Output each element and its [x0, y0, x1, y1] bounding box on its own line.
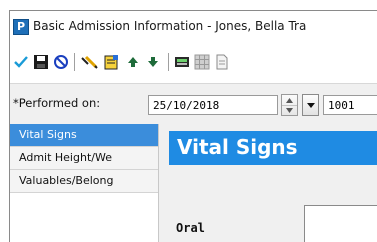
- performed-time-value: 1001: [328, 99, 355, 112]
- arrow-up-icon[interactable]: [122, 51, 144, 73]
- grid-icon[interactable]: [191, 51, 213, 73]
- cancel-icon[interactable]: [50, 51, 72, 73]
- performed-date-value: 25/10/2018: [153, 99, 220, 112]
- save-icon[interactable]: [30, 51, 52, 73]
- oral-label: Oral: [176, 221, 205, 235]
- performed-date-input[interactable]: 25/10/2018: [148, 95, 278, 115]
- performed-time-input[interactable]: 1001: [323, 95, 377, 115]
- sidebar-item-vital-signs[interactable]: Vital Signs: [10, 124, 158, 147]
- comment-icon[interactable]: [78, 51, 100, 73]
- oral-input[interactable]: [304, 205, 377, 242]
- toolbar-separator: [168, 53, 169, 71]
- performed-on-bar: *Performed on: 25/10/2018 1001: [10, 83, 377, 124]
- toolbar: [10, 51, 377, 75]
- section-title: Vital Signs: [177, 135, 298, 159]
- section-header: Vital Signs: [169, 131, 377, 165]
- app-icon: P: [13, 19, 29, 35]
- spin-down-icon[interactable]: [282, 105, 297, 115]
- title-bar[interactable]: P Basic Admission Information - Jones, B…: [10, 11, 377, 43]
- admission-window: P Basic Admission Information - Jones, B…: [9, 10, 377, 242]
- document-icon[interactable]: [211, 51, 233, 73]
- performed-on-label: *Performed on:: [13, 96, 101, 110]
- sidebar-item-admit-height-weight[interactable]: Admit Height/We: [10, 147, 158, 170]
- arrow-down-icon[interactable]: [142, 51, 164, 73]
- sidebar-item-valuables-belongings[interactable]: Valuables/Belong: [10, 170, 158, 193]
- notes-icon[interactable]: [100, 51, 122, 73]
- main-content: Vital Signs Oral: [159, 124, 377, 242]
- window-title: Basic Admission Information - Jones, Bel…: [33, 19, 307, 33]
- date-dropdown-button[interactable]: [302, 94, 319, 116]
- calculator-icon[interactable]: [171, 51, 193, 73]
- date-spinner[interactable]: [281, 94, 298, 116]
- toolbar-separator: [74, 53, 75, 71]
- checkmark-icon[interactable]: [10, 51, 32, 73]
- section-sidebar: Vital Signs Admit Height/We Valuables/Be…: [10, 124, 159, 242]
- chevron-down-icon: [306, 102, 315, 108]
